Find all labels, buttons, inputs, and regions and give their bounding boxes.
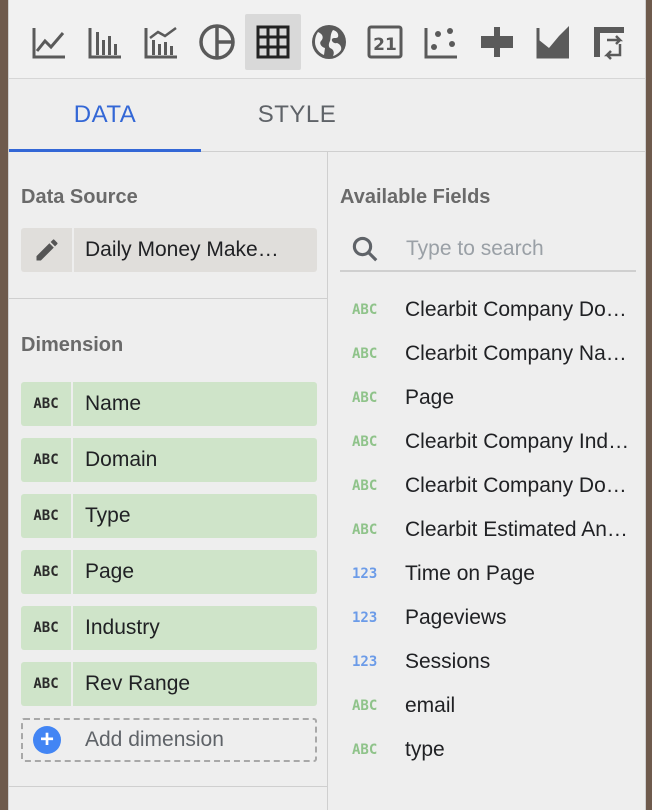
combo-chart-button[interactable] (133, 14, 189, 70)
field-search (340, 228, 636, 272)
search-input[interactable] (404, 232, 628, 266)
field-name: Page (405, 386, 455, 409)
dimension-heading: Dimension (21, 334, 124, 356)
area-chart-icon (536, 26, 569, 59)
table-chart-button[interactable] (245, 14, 301, 70)
available-fields-column: Available Fields ABC Clearbit Company Do…… (328, 152, 645, 810)
field-item[interactable]: ABC Clearbit Company Do… (328, 288, 645, 332)
dimension-chip-type[interactable]: ABC Type (21, 494, 317, 538)
dimension-chip-rev-range[interactable]: ABC Rev Range (21, 662, 317, 706)
scorecard-icon: 21 (367, 25, 403, 59)
bar-chart-button[interactable] (77, 14, 133, 70)
property-tabs: DATA STYLE (9, 79, 645, 152)
text-type-icon: ABC (352, 742, 378, 758)
field-name: Clearbit Estimated An… (405, 518, 628, 541)
data-source-name: Daily Money Make… (85, 238, 279, 261)
add-dimension-label: Add dimension (85, 728, 224, 751)
text-type-icon: ABC (21, 382, 73, 426)
scatter-chart-icon (424, 28, 457, 59)
bar-chart-icon (88, 28, 121, 59)
field-name: Clearbit Company Na… (405, 342, 627, 365)
field-name: Clearbit Company Do… (405, 298, 627, 321)
field-name: type (405, 738, 445, 761)
dimension-chip-name[interactable]: ABC Name (21, 382, 317, 426)
number-type-icon: 123 (352, 654, 378, 670)
plus-icon: + (33, 726, 61, 754)
dimension-name: Type (85, 504, 131, 527)
data-source-heading: Data Source (21, 186, 138, 208)
field-item[interactable]: ABC Clearbit Estimated An… (328, 508, 645, 552)
field-item[interactable]: 123 Sessions (328, 640, 645, 684)
scorecard-button[interactable]: 21 (357, 14, 413, 70)
search-icon (352, 236, 378, 262)
text-type-icon: ABC (352, 522, 378, 538)
field-item[interactable]: ABC email (328, 684, 645, 728)
text-type-icon: ABC (21, 550, 73, 594)
dimension-name: Name (85, 392, 142, 415)
dimension-chip-domain[interactable]: ABC Domain (21, 438, 317, 482)
field-name: Sessions (405, 650, 491, 673)
text-type-icon: ABC (352, 434, 378, 450)
text-type-icon: ABC (352, 302, 378, 318)
dimension-name: Page (85, 560, 135, 583)
add-dimension-button[interactable]: + Add dimension (21, 718, 317, 762)
time-series-chart-icon (32, 28, 65, 59)
text-type-icon: ABC (352, 390, 378, 406)
available-fields-heading: Available Fields (340, 186, 491, 208)
pie-chart-button[interactable] (189, 14, 245, 70)
field-item[interactable]: 123 Pageviews (328, 596, 645, 640)
field-item[interactable]: 123 Time on Page (328, 552, 645, 596)
section-divider (9, 298, 327, 299)
dimension-name: Rev Range (85, 672, 191, 695)
section-divider (9, 786, 327, 787)
field-name: Clearbit Company Do… (405, 474, 627, 497)
number-type-icon: 123 (352, 566, 378, 582)
geo-map-icon (312, 25, 346, 59)
field-item[interactable]: ABC Clearbit Company Do… (328, 464, 645, 508)
field-item[interactable]: ABC Clearbit Company Ind… (328, 420, 645, 464)
text-type-icon: ABC (21, 494, 73, 538)
data-source-selector[interactable]: Daily Money Make… (21, 228, 317, 272)
field-name: Pageviews (405, 606, 507, 629)
bullet-chart-icon (481, 27, 513, 57)
data-config-column: Data Source Daily Money Make… Dimension … (9, 152, 327, 810)
tab-data[interactable]: DATA (9, 79, 201, 151)
table-chart-icon (256, 25, 290, 59)
combo-chart-icon (144, 26, 177, 59)
text-type-icon: ABC (21, 438, 73, 482)
dimension-chip-page[interactable]: ABC Page (21, 550, 317, 594)
pivot-table-button[interactable] (581, 14, 637, 70)
geo-map-button[interactable] (301, 14, 357, 70)
scatter-chart-button[interactable] (413, 14, 469, 70)
bullet-chart-button[interactable] (469, 14, 525, 70)
area-chart-button[interactable] (525, 14, 581, 70)
text-type-icon: ABC (352, 698, 378, 714)
field-item[interactable]: ABC Clearbit Company Na… (328, 332, 645, 376)
field-item[interactable]: ABC type (328, 728, 645, 772)
dimension-name: Industry (85, 616, 160, 639)
field-name: email (405, 694, 456, 717)
text-type-icon: ABC (352, 346, 378, 362)
pivot-table-icon (594, 27, 624, 60)
field-name: Clearbit Company Ind… (405, 430, 630, 453)
text-type-icon: ABC (21, 662, 73, 706)
chart-properties-panel: 21 DATA STYLE Data Source Daily Money Ma… (8, 0, 646, 810)
svg-text:21: 21 (373, 35, 397, 55)
pie-chart-icon (199, 24, 235, 60)
field-name: Time on Page (405, 562, 535, 585)
number-type-icon: 123 (352, 610, 378, 626)
field-item[interactable]: ABC Page (328, 376, 645, 420)
dimension-chip-industry[interactable]: ABC Industry (21, 606, 317, 650)
edit-data-source-button[interactable] (21, 228, 74, 272)
chart-type-toolbar: 21 (9, 0, 645, 79)
tab-style[interactable]: STYLE (201, 79, 393, 151)
time-series-chart-button[interactable] (21, 14, 77, 70)
dimension-name: Domain (85, 448, 158, 471)
pencil-icon (36, 239, 58, 261)
text-type-icon: ABC (21, 606, 73, 650)
text-type-icon: ABC (352, 478, 378, 494)
